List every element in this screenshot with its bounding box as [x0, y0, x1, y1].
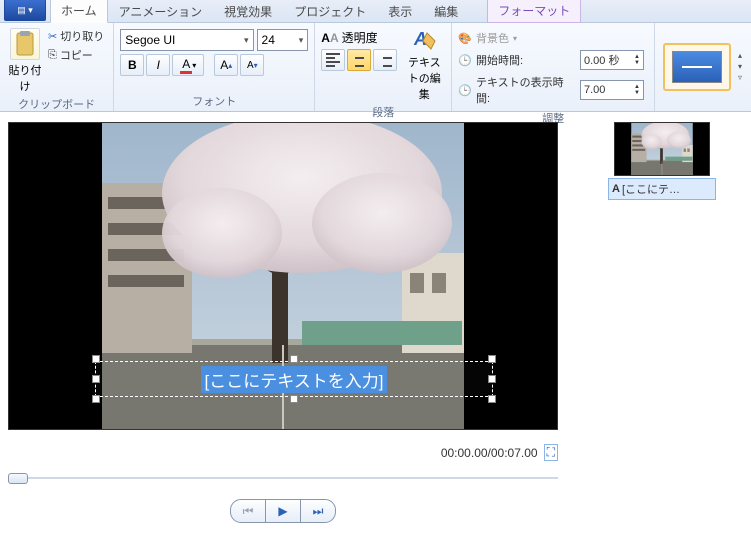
- thumbnail-image: [631, 123, 693, 175]
- playback-controls: ⏮ ▶ ⏭: [8, 499, 558, 523]
- text-style-preset[interactable]: [663, 43, 731, 91]
- seek-bar[interactable]: [8, 471, 558, 485]
- duration-input[interactable]: 7.00 ▲▼: [580, 80, 644, 100]
- tab-animation[interactable]: アニメーション: [108, 0, 214, 23]
- font-size-value: 24: [262, 33, 275, 47]
- tab-edit[interactable]: 編集: [423, 0, 469, 23]
- preview-canvas[interactable]: [ここにテキストを入力]: [8, 122, 558, 430]
- clip-thumbnail[interactable]: [614, 122, 710, 176]
- caption-textbox[interactable]: [ここにテキストを入力]: [95, 361, 493, 397]
- resize-handle[interactable]: [290, 395, 298, 403]
- tab-visual-effects[interactable]: 視覚効果: [213, 0, 283, 23]
- duration-value: 7.00: [584, 84, 605, 96]
- bgcolor-button[interactable]: 🎨 背景色 ▾: [458, 30, 648, 46]
- caption-chip-label: [ここにテ…: [622, 181, 680, 197]
- resize-handle[interactable]: [290, 355, 298, 363]
- resize-handle[interactable]: [92, 355, 100, 363]
- resize-handle[interactable]: [488, 355, 496, 363]
- resize-handle[interactable]: [488, 375, 496, 383]
- seek-thumb[interactable]: [8, 473, 28, 484]
- font-family-select[interactable]: Segoe UI ▾: [120, 29, 253, 51]
- text-edit-button[interactable]: テキストの編集: [403, 54, 445, 102]
- transparency-icon: AA: [321, 31, 338, 45]
- duration-label: テキストの表示時間:: [476, 74, 576, 106]
- time-display: 00:00.00/00:07.00: [441, 446, 538, 460]
- resize-handle[interactable]: [488, 395, 496, 403]
- font-family-value: Segoe UI: [125, 33, 175, 47]
- align-right-button[interactable]: [373, 49, 397, 71]
- seek-track: [8, 477, 558, 479]
- group-clipboard: 貼り付け ✂ 切り取り ⎘ コピー クリップボード: [0, 23, 114, 111]
- transparency-label: 透明度: [342, 29, 378, 46]
- spinner-buttons[interactable]: ▲▼: [634, 84, 640, 96]
- start-time-input[interactable]: 0.00 秒 ▲▼: [580, 50, 644, 70]
- resize-handle[interactable]: [92, 375, 100, 383]
- copy-icon: ⎘: [48, 49, 57, 62]
- group-label-paragraph: 段落: [321, 102, 445, 122]
- cut-button[interactable]: ✂ 切り取り: [48, 28, 104, 44]
- tab-bar: ▤ ▾ ホーム アニメーション 視覚効果 プロジェクト 表示 編集 フォーマット: [0, 0, 751, 23]
- next-frame-button[interactable]: ⏭: [300, 499, 336, 523]
- grow-font-button[interactable]: A▴: [214, 54, 238, 76]
- group-label-clipboard: クリップボード: [6, 94, 107, 114]
- group-adjust: 🎨 背景色 ▾ 🕒 開始時間: 0.00 秒 ▲▼ 🕒 テキストの表示時間: 7…: [452, 23, 655, 111]
- text-icon: A: [612, 183, 620, 195]
- fullscreen-icon[interactable]: ⛶: [544, 444, 558, 461]
- scissors-icon: ✂: [48, 30, 57, 43]
- group-styles: ▴▾▿: [655, 23, 751, 111]
- paint-bucket-icon: 🎨: [458, 32, 472, 45]
- shrink-font-button[interactable]: A▾: [240, 54, 264, 76]
- play-button[interactable]: ▶: [266, 499, 300, 523]
- caption-placeholder: [ここにテキストを入力]: [201, 366, 388, 393]
- ribbon: 貼り付け ✂ 切り取り ⎘ コピー クリップボード Segoe UI ▾: [0, 23, 751, 112]
- spinner-buttons[interactable]: ▲▼: [634, 54, 640, 66]
- clock-icon: 🕒: [458, 54, 472, 67]
- start-time-label: 開始時間:: [476, 52, 576, 68]
- paste-icon[interactable]: [10, 28, 40, 60]
- transparency-button[interactable]: AA 透明度: [321, 29, 397, 46]
- start-time-value: 0.00 秒: [584, 52, 619, 68]
- content-area: [ここにテキストを入力] 00:00.00/00:07.00 ⛶ ⏮ ▶ ⏭: [0, 112, 751, 533]
- chevron-down-icon: ▾: [299, 35, 304, 46]
- prev-frame-button[interactable]: ⏮: [230, 499, 266, 523]
- preview-stage: [ここにテキストを入力] 00:00.00/00:07.00 ⛶ ⏮ ▶ ⏭: [8, 122, 558, 523]
- clock-icon: 🕒: [458, 84, 472, 97]
- group-font: Segoe UI ▾ 24 ▾ B I A▾ A▴ A▾ フォント: [114, 23, 315, 111]
- group-paragraph: AA 透明度 A テキストの編集 段落: [315, 23, 452, 111]
- tab-home[interactable]: ホーム: [50, 0, 108, 23]
- tab-format[interactable]: フォーマット: [487, 0, 581, 23]
- resize-handle[interactable]: [92, 395, 100, 403]
- italic-button[interactable]: I: [146, 54, 170, 76]
- align-center-button[interactable]: [347, 49, 371, 71]
- font-color-button[interactable]: A▾: [172, 54, 204, 76]
- copy-button[interactable]: ⎘ コピー: [48, 47, 104, 63]
- tab-view[interactable]: 表示: [377, 0, 423, 23]
- caption-chip[interactable]: A [ここにテ…: [608, 178, 716, 200]
- tab-project[interactable]: プロジェクト: [283, 0, 377, 23]
- styles-expand-button[interactable]: ▴▾▿: [735, 51, 745, 82]
- bold-button[interactable]: B: [120, 54, 144, 76]
- copy-label: コピー: [60, 47, 93, 63]
- cut-label: 切り取り: [60, 28, 104, 44]
- paste-button[interactable]: 貼り付け: [6, 62, 44, 94]
- text-edit-icon[interactable]: A: [410, 26, 438, 54]
- chevron-down-icon: ▾: [244, 35, 249, 46]
- align-left-button[interactable]: [321, 49, 345, 71]
- bgcolor-label: 背景色: [476, 30, 509, 46]
- font-size-select[interactable]: 24 ▾: [257, 29, 309, 51]
- storyboard-panel: A [ここにテ…: [608, 122, 716, 523]
- app-menu-button[interactable]: ▤ ▾: [4, 0, 46, 21]
- group-label-font: フォント: [120, 91, 308, 111]
